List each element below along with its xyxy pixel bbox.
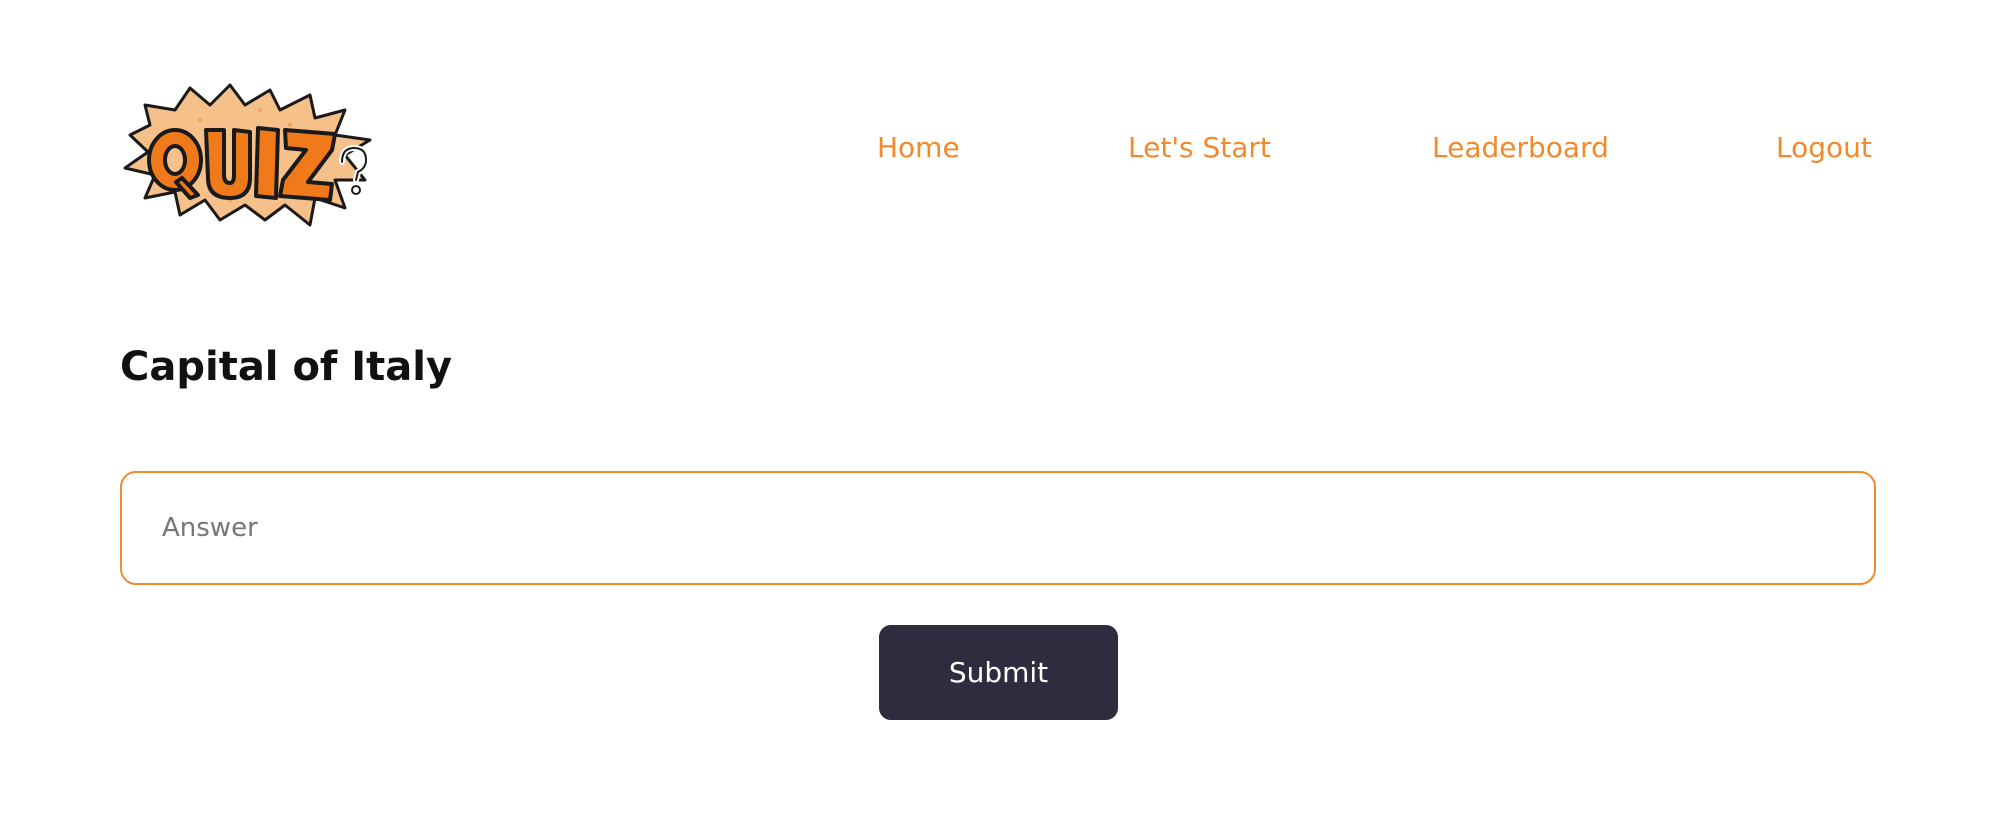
main-nav: Home Let's Start Leaderboard Logout	[0, 128, 1996, 168]
quiz-page: Home Let's Start Leaderboard Logout Capi…	[0, 0, 1996, 840]
answer-input[interactable]	[120, 471, 1876, 585]
question-title: Capital of Italy	[120, 344, 453, 390]
nav-leaderboard-link[interactable]: Leaderboard	[1432, 128, 1609, 168]
nav-home-link[interactable]: Home	[877, 128, 960, 168]
submit-button[interactable]: Submit	[879, 625, 1118, 720]
nav-logout-link[interactable]: Logout	[1776, 128, 1872, 168]
nav-lets-start-link[interactable]: Let's Start	[1128, 128, 1271, 168]
